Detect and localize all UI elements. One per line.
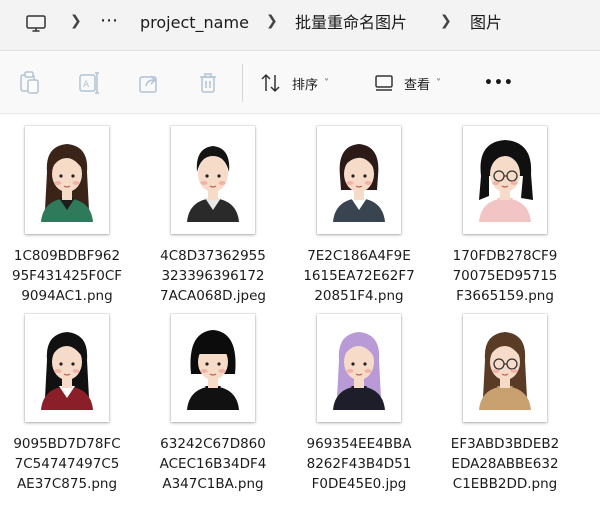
file-name-line: 9095BD7D78FC (13, 436, 121, 452)
file-thumbnail[interactable] (25, 126, 109, 234)
file-name[interactable]: 9095BD7D78FC 7C54747497C5 AE37C875.png (2, 434, 132, 494)
file-thumbnail[interactable] (171, 126, 255, 234)
share-button[interactable] (138, 69, 160, 97)
file-name[interactable]: 969354EE4BBA 8262F43B4D51 F0DE45E0.jpg (294, 434, 424, 494)
file-name-line: 4C8D37362955 (160, 248, 266, 264)
delete-button[interactable] (198, 69, 218, 97)
share-icon (139, 75, 157, 93)
file-name-line: 1C809BDBF962 (13, 248, 121, 264)
file-name-line: 7C54747497C5 (14, 456, 120, 472)
file-name-line: AE37C875.png (16, 476, 118, 492)
file-name-line: EF3ABD3BDEB2 (450, 436, 560, 452)
file-thumbnail[interactable] (317, 314, 401, 422)
file-name-line: 7ACA068D.jpeg (160, 288, 266, 304)
file-name-line: C1EBB2DD.png (452, 476, 558, 492)
view-label: 查看 (404, 77, 431, 93)
file-thumbnail[interactable] (171, 314, 255, 422)
sort-icon (261, 74, 280, 92)
trash-icon (200, 73, 216, 93)
divider (0, 113, 600, 114)
file-name[interactable]: 63242C67D860 ACEC16B34DF4 A347C1BA.png (148, 434, 278, 494)
view-button[interactable]: 查看 ˅ (374, 69, 441, 97)
file-name-line: 1615EA72E62F7 (303, 268, 415, 284)
breadcrumb-overflow[interactable]: ⋯ (100, 10, 118, 32)
file-name-line: 8262F43B4D51 (306, 456, 412, 472)
rename-icon: A (79, 72, 99, 94)
file-name[interactable]: 7E2C186A4F9E 1615EA72E62F7 20851F4.png (294, 246, 424, 306)
chevron-down-icon: ˅ (324, 77, 330, 89)
file-name[interactable]: 170FDB278CF9 70075ED95715 F3665159.png (440, 246, 570, 306)
chevron-right-icon: ❯ (70, 13, 82, 29)
more-options-button[interactable]: ••• (484, 69, 514, 97)
file-name-line: 70075ED95715 (452, 268, 558, 284)
file-name[interactable]: EF3ABD3BDEB2 EDA28ABBE632 C1EBB2DD.png (440, 434, 570, 494)
file-name[interactable]: 1C809BDBF962 95F431425F0CF 9094AC1.png (2, 246, 132, 306)
command-bar: A 排序 ˅ 查看 ˅ ••• (0, 51, 600, 113)
file-name-line: 969354EE4BBA (306, 436, 412, 452)
file-name-line: 9094AC1.png (21, 288, 113, 304)
file-name-line: 323396396172 (161, 268, 265, 284)
breadcrumb-batch-rename[interactable]: 批量重命名图片 (295, 12, 407, 34)
sort-label: 排序 (292, 77, 319, 93)
file-name-line: F0DE45E0.jpg (311, 476, 407, 492)
file-thumbnail[interactable] (463, 126, 547, 234)
chevron-down-icon: ˅ (436, 77, 442, 89)
file-name-line: 170FDB278CF9 (452, 248, 558, 264)
file-thumbnail[interactable] (463, 314, 547, 422)
breadcrumb-images[interactable]: 图片 (470, 12, 502, 34)
copy-icon (20, 71, 39, 94)
copy-button[interactable] (18, 69, 40, 97)
file-thumbnail[interactable] (25, 314, 109, 422)
file-name-line: 20851F4.png (314, 288, 404, 304)
file-name-line: 63242C67D860 (160, 436, 266, 452)
computer-icon[interactable] (22, 10, 50, 38)
toolbar-separator (242, 64, 243, 102)
breadcrumb-project-name[interactable]: project_name (140, 12, 249, 34)
file-name-line: 95F431425F0CF (11, 268, 123, 284)
file-name-line: 7E2C186A4F9E (307, 248, 411, 264)
chevron-right-icon: ❯ (266, 13, 278, 29)
rename-button[interactable]: A (78, 69, 100, 97)
address-bar: ❯ ⋯ project_name ❯ 批量重命名图片 ❯ 图片 (0, 0, 600, 50)
view-icon (375, 75, 393, 91)
file-name-line: ACEC16B34DF4 (159, 456, 267, 472)
file-name-line: EDA28ABBE632 (451, 456, 559, 472)
chevron-right-icon: ❯ (440, 13, 452, 29)
file-thumbnail[interactable] (317, 126, 401, 234)
file-name-line: F3665159.png (456, 288, 554, 304)
file-name[interactable]: 4C8D37362955 323396396172 7ACA068D.jpeg (148, 246, 278, 306)
sort-button[interactable]: 排序 ˅ (260, 69, 329, 97)
file-name-line: A347C1BA.png (162, 476, 264, 492)
svg-text:A: A (83, 80, 90, 90)
